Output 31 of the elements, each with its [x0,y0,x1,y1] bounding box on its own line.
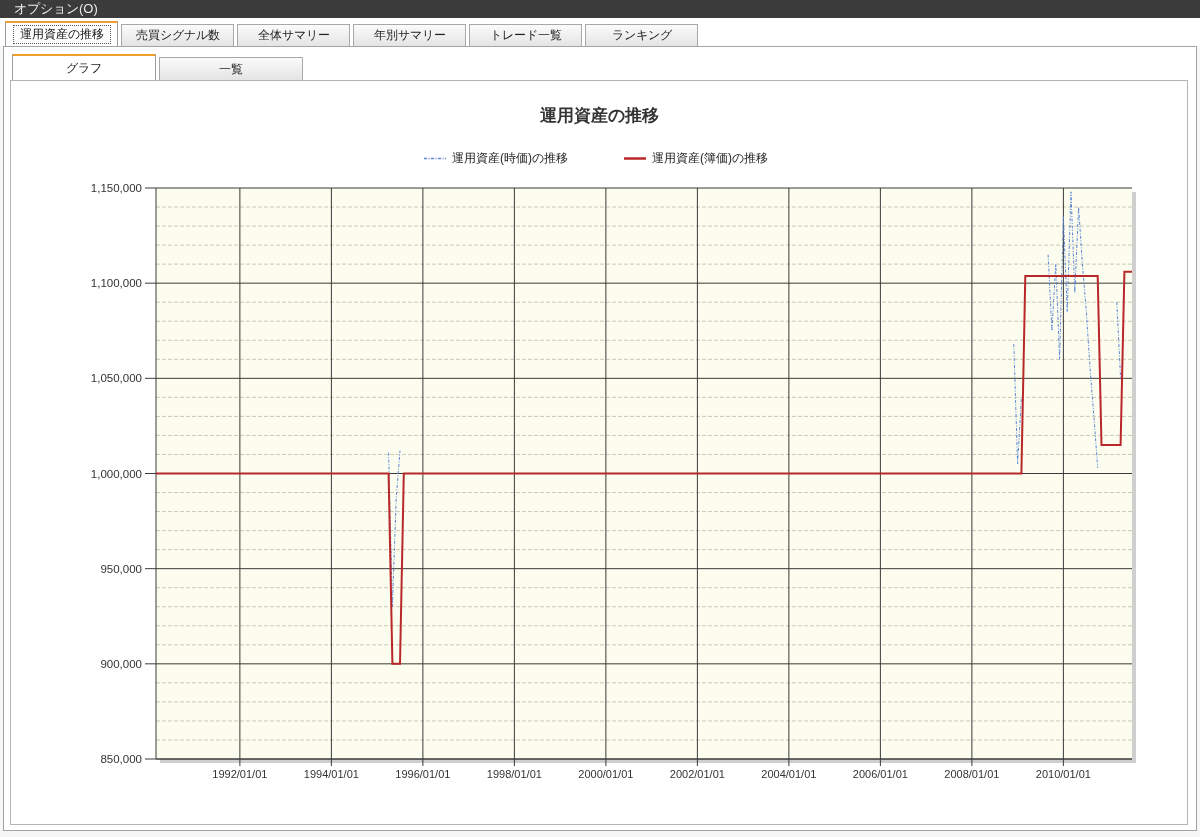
line-icon [624,157,646,160]
x-axis-label: 1992/01/01 [212,768,268,780]
legend-label: 運用資産(簿価)の推移 [652,151,768,166]
tab[interactable]: ランキング [585,24,698,46]
tab[interactable]: 年別サマリー [353,24,466,46]
chart-title: 運用資産の推移 [539,106,659,126]
y-axis-label: 900,000 [100,657,142,670]
y-axis-label: 1,150,000 [90,182,142,194]
dash-dot-line-icon [424,157,446,160]
x-axis-label: 1996/01/01 [395,768,451,780]
tab[interactable]: 全体サマリー [237,24,350,46]
x-axis-label: 2004/01/01 [761,768,817,780]
y-axis-label: 850,000 [100,753,142,765]
tab[interactable]: トレード一覧 [469,24,582,46]
tab[interactable]: 運用資産の推移 [5,21,118,46]
tab[interactable]: 一覧 [159,57,303,80]
x-axis-label: 2008/01/01 [944,768,1000,780]
legend-label: 運用資産(時価)の推移 [452,151,568,166]
x-axis-label: 1998/01/01 [486,768,542,780]
x-axis-label: 2000/01/01 [578,768,634,780]
x-axis-label: 2002/01/01 [669,768,725,780]
x-axis-label: 1994/01/01 [303,768,359,780]
x-axis-label: 2006/01/01 [852,768,908,780]
tab[interactable]: 売買シグナル数 [121,24,234,46]
tab[interactable]: グラフ [12,54,156,80]
y-axis-label: 1,100,000 [90,277,142,290]
y-axis-label: 950,000 [100,562,142,575]
y-axis-label: 1,050,000 [90,372,142,385]
menu-item[interactable]: オプション(O) [14,1,98,17]
y-axis-label: 1,000,000 [90,467,142,480]
x-axis-label: 2010/01/01 [1035,768,1091,780]
